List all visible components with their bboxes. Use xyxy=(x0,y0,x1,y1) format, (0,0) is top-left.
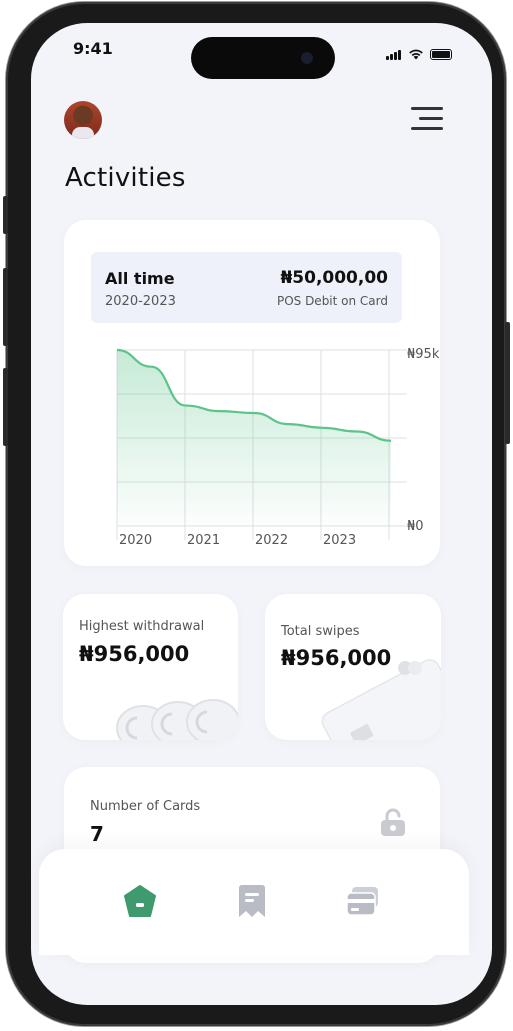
cards-icon xyxy=(346,887,378,916)
home-icon xyxy=(124,885,156,917)
activity-chart-card: All time 2020-2023 ₦50,000,00 POS Debit … xyxy=(64,220,440,566)
total-swipes-card[interactable]: Total swipes ₦956,000 xyxy=(265,594,441,740)
credit-card-icon xyxy=(321,659,441,740)
action-button xyxy=(3,196,8,234)
series-area xyxy=(117,350,391,526)
status-icons xyxy=(386,41,452,60)
x-tick-label: 2023 xyxy=(323,533,356,548)
nav-receipts[interactable] xyxy=(234,883,270,919)
x-tick-label: 2021 xyxy=(187,533,220,548)
status-bar: 9:41 xyxy=(31,23,492,83)
hamburger-menu-icon[interactable] xyxy=(409,105,443,133)
receipt-icon xyxy=(239,885,265,917)
battery-icon xyxy=(430,49,452,60)
app-screen: 9:41 Activities All time 2020-2023 ₦50,0… xyxy=(31,23,492,1005)
stat-value: 7 xyxy=(90,822,104,846)
avatar[interactable] xyxy=(64,101,102,139)
stat-label: Number of Cards xyxy=(90,799,201,814)
volume-up-button xyxy=(3,268,8,346)
y-tick-label: ₦0 xyxy=(407,519,424,534)
cellular-signal-icon xyxy=(386,41,402,60)
highest-withdrawal-card[interactable]: Highest withdrawal ₦956,000 xyxy=(63,594,238,740)
status-time: 9:41 xyxy=(73,39,113,58)
area-chart: 2020 2021 2022 2023 ₦95k ₦0 xyxy=(116,347,440,548)
unlock-icon xyxy=(381,808,405,836)
coins-icon xyxy=(116,699,238,740)
nav-cards[interactable] xyxy=(345,883,381,919)
wifi-icon xyxy=(409,49,423,60)
bottom-navigation xyxy=(39,849,469,955)
camera-icon xyxy=(301,52,313,64)
phone-frame: 9:41 Activities All time 2020-2023 ₦50,0… xyxy=(6,2,506,1026)
y-tick-label: ₦95k xyxy=(407,347,440,362)
x-tick-label: 2022 xyxy=(255,533,288,548)
x-tick-label: 2020 xyxy=(119,533,152,548)
dynamic-island xyxy=(191,37,335,79)
nav-home[interactable] xyxy=(122,883,158,919)
page-title: Activities xyxy=(65,163,186,193)
power-button xyxy=(505,322,510,444)
volume-down-button xyxy=(3,368,8,446)
